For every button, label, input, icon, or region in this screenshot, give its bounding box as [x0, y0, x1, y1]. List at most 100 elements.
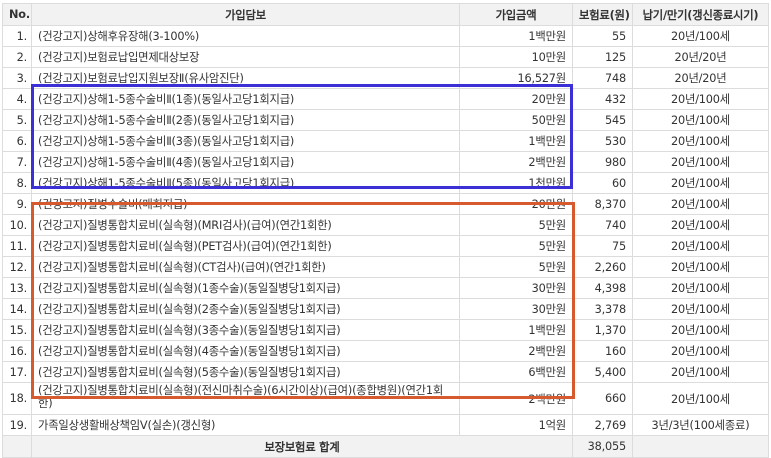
table-row: 13. (건강고지)질병통합치료비(실속형)(1종수술)(동일질병당1회지급) 30… — [2, 277, 769, 299]
header-premium: 보험료(원) — [572, 3, 633, 26]
row-coverage: (건강고지)상해1-5종수술비Ⅱ(1종)(동일사고당1회지급) — [31, 88, 460, 110]
row-amount: 5만원 — [459, 214, 573, 236]
row-coverage: (건강고지)질병통합치료비(실속형)(전신마취수술)(6시간이상)(급여)(종합… — [31, 382, 460, 415]
header-amount: 가입금액 — [459, 3, 573, 26]
row-term: 20년/100세 — [632, 319, 769, 341]
row-coverage: (건강고지)상해1-5종수술비Ⅱ(5종)(동일사고당1회지급) — [31, 172, 460, 194]
row-no: 2. — [2, 46, 32, 68]
row-premium: 2,260 — [572, 256, 633, 278]
row-premium: 740 — [572, 214, 633, 236]
table-row: 17. (건강고지)질병통합치료비(실속형)(5종수술)(동일질병당1회지급) 6백… — [2, 361, 769, 383]
row-coverage: (건강고지)질병통합치료비(실속형)(4종수술)(동일질병당1회지급) — [31, 340, 460, 362]
row-coverage: (건강고지)질병통합치료비(실속형)(MRI검사)(급여)(연간1회한) — [31, 214, 460, 236]
table-row: 6. (건강고지)상해1-5종수술비Ⅱ(3종)(동일사고당1회지급) 1백만원 530… — [2, 130, 769, 152]
row-coverage: (건강고지)보험료납입지원보장Ⅱ(유사암진단) — [31, 67, 460, 89]
row-term: 20년/100세 — [632, 172, 769, 194]
row-premium: 60 — [572, 172, 633, 194]
row-term: 20년/100세 — [632, 382, 769, 415]
table-row: 16. (건강고지)질병통합치료비(실속형)(4종수술)(동일질병당1회지급) 2백… — [2, 340, 769, 362]
row-term: 20년/100세 — [632, 130, 769, 152]
row-premium: 660 — [572, 382, 633, 415]
row-coverage: (건강고지)질병통합치료비(실속형)(CT검사)(급여)(연간1회한) — [31, 256, 460, 278]
row-amount: 16,527원 — [459, 67, 573, 89]
table-row: 7. (건강고지)상해1-5종수술비Ⅱ(4종)(동일사고당1회지급) 2백만원 980… — [2, 151, 769, 173]
row-term: 20년/100세 — [632, 88, 769, 110]
table-row: 10. (건강고지)질병통합치료비(실속형)(MRI검사)(급여)(연간1회한) 5… — [2, 214, 769, 236]
row-term: 20년/100세 — [632, 193, 769, 215]
row-amount: 30만원 — [459, 277, 573, 299]
row-no: 5. — [2, 109, 32, 131]
table-header-row: No. 가입담보 가입금액 보험료(원) 납기/만기(갱신종료시기) — [2, 3, 769, 26]
row-no: 10. — [2, 214, 32, 236]
row-amount: 1백만원 — [459, 130, 573, 152]
row-premium: 160 — [572, 340, 633, 362]
total-label: 보장보험료 합계 — [31, 435, 573, 458]
row-premium: 5,400 — [572, 361, 633, 383]
row-term: 20년/100세 — [632, 298, 769, 320]
row-amount: 2백만원 — [459, 382, 573, 415]
header-no: No. — [2, 3, 32, 26]
row-amount: 2백만원 — [459, 340, 573, 362]
row-term: 20년/100세 — [632, 361, 769, 383]
row-term: 3년/3년(100세종료) — [632, 414, 769, 436]
row-coverage: (건강고지)상해1-5종수술비Ⅱ(3종)(동일사고당1회지급) — [31, 130, 460, 152]
row-amount: 1백만원 — [459, 319, 573, 341]
table-row: 18. (건강고지)질병통합치료비(실속형)(전신마취수술)(6시간이상)(급여)… — [2, 382, 769, 415]
row-premium: 2,769 — [572, 414, 633, 436]
row-no: 16. — [2, 340, 32, 362]
total-premium: 38,055 — [572, 435, 633, 458]
row-no: 4. — [2, 88, 32, 110]
row-term: 20년/100세 — [632, 25, 769, 47]
row-term: 20년/100세 — [632, 151, 769, 173]
row-amount: 5만원 — [459, 256, 573, 278]
row-term: 20년/20년 — [632, 67, 769, 89]
row-premium: 748 — [572, 67, 633, 89]
row-amount: 20만원 — [459, 193, 573, 215]
row-premium: 545 — [572, 109, 633, 131]
total-row: 보장보험료 합계 38,055 — [2, 435, 769, 458]
row-coverage: (건강고지)질병통합치료비(실속형)(1종수술)(동일질병당1회지급) — [31, 277, 460, 299]
row-term: 20년/20년 — [632, 46, 769, 68]
row-amount: 1백만원 — [459, 25, 573, 47]
row-amount: 10만원 — [459, 46, 573, 68]
table-row: 12. (건강고지)질병통합치료비(실속형)(CT검사)(급여)(연간1회한) 5만… — [2, 256, 769, 278]
row-coverage: (건강고지)질병통합치료비(실속형)(5종수술)(동일질병당1회지급) — [31, 361, 460, 383]
row-coverage: (건강고지)질병통합치료비(실속형)(2종수술)(동일질병당1회지급) — [31, 298, 460, 320]
header-coverage: 가입담보 — [31, 3, 460, 26]
coverage-table: No. 가입담보 가입금액 보험료(원) 납기/만기(갱신종료시기) 1. (건강… — [2, 3, 769, 458]
row-coverage: (건강고지)상해후유장해(3-100%) — [31, 25, 460, 47]
row-no: 6. — [2, 130, 32, 152]
row-premium: 125 — [572, 46, 633, 68]
row-coverage: (건강고지)질병통합치료비(실속형)(3종수술)(동일질병당1회지급) — [31, 319, 460, 341]
table-row: 9. (건강고지)질병수술비(매회지급) 20만원 8,370 20년/100세 — [2, 193, 769, 215]
row-no: 7. — [2, 151, 32, 173]
row-no: 11. — [2, 235, 32, 257]
table-row: 1. (건강고지)상해후유장해(3-100%) 1백만원 55 20년/100세 — [2, 25, 769, 47]
table-row: 11. (건강고지)질병통합치료비(실속형)(PET검사)(급여)(연간1회한) 5… — [2, 235, 769, 257]
row-coverage: (건강고지)질병통합치료비(실속형)(PET검사)(급여)(연간1회한) — [31, 235, 460, 257]
row-amount: 1억원 — [459, 414, 573, 436]
row-coverage: (건강고지)상해1-5종수술비Ⅱ(4종)(동일사고당1회지급) — [31, 151, 460, 173]
row-term: 20년/100세 — [632, 340, 769, 362]
row-premium: 432 — [572, 88, 633, 110]
table-row: 2. (건강고지)보험료납입면제대상보장 10만원 125 20년/20년 — [2, 46, 769, 68]
row-term: 20년/100세 — [632, 277, 769, 299]
row-no: 15. — [2, 319, 32, 341]
row-premium: 75 — [572, 235, 633, 257]
row-coverage: (건강고지)상해1-5종수술비Ⅱ(2종)(동일사고당1회지급) — [31, 109, 460, 131]
row-amount: 50만원 — [459, 109, 573, 131]
table-row: 5. (건강고지)상해1-5종수술비Ⅱ(2종)(동일사고당1회지급) 50만원 545… — [2, 109, 769, 131]
row-coverage: 가족일상생활배상책임Ⅴ(실손)(갱신형) — [31, 414, 460, 436]
row-term: 20년/100세 — [632, 256, 769, 278]
row-term: 20년/100세 — [632, 214, 769, 236]
table-row: 14. (건강고지)질병통합치료비(실속형)(2종수술)(동일질병당1회지급) 30… — [2, 298, 769, 320]
row-coverage: (건강고지)질병수술비(매회지급) — [31, 193, 460, 215]
total-term — [632, 435, 769, 458]
table-row: 15. (건강고지)질병통합치료비(실속형)(3종수술)(동일질병당1회지급) 1백… — [2, 319, 769, 341]
row-amount: 1천만원 — [459, 172, 573, 194]
row-no: 12. — [2, 256, 32, 278]
row-term: 20년/100세 — [632, 109, 769, 131]
row-amount: 20만원 — [459, 88, 573, 110]
row-no: 8. — [2, 172, 32, 194]
row-premium: 3,378 — [572, 298, 633, 320]
